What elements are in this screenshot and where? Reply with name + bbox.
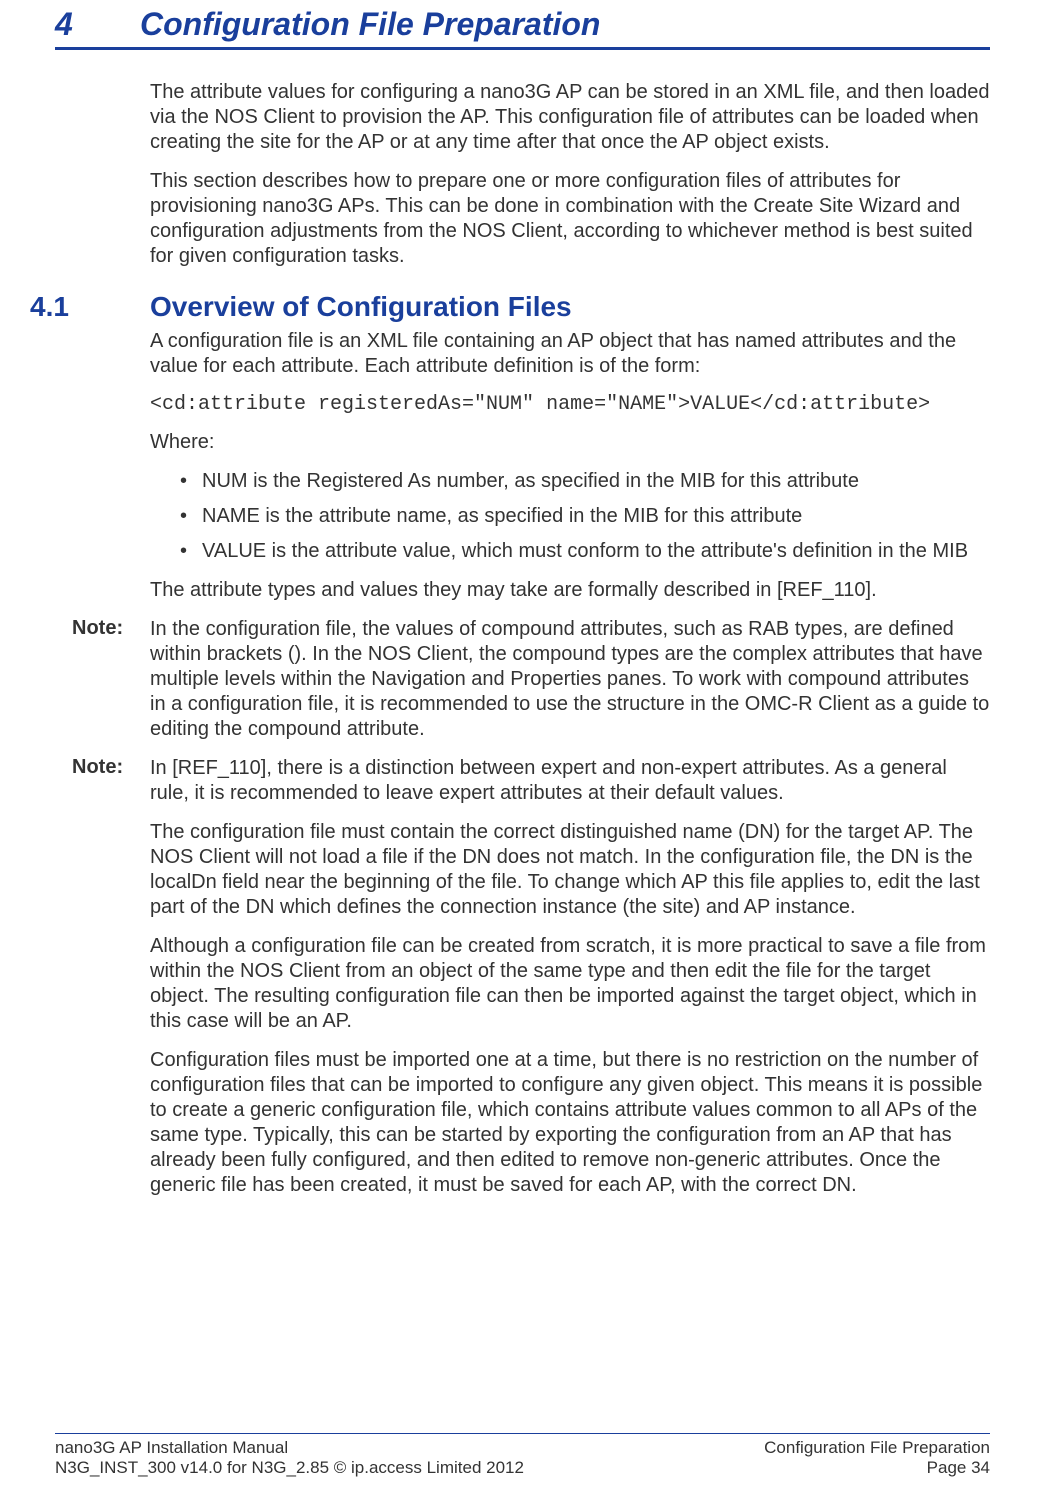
section-number: 4.1	[13, 291, 150, 323]
page-footer: nano3G AP Installation Manual N3G_INST_3…	[55, 1433, 990, 1478]
note-text: In [REF_110], there is a distinction bet…	[150, 756, 990, 806]
body-column: The attribute values for configuring a n…	[150, 80, 990, 1198]
section-paragraph-5: Configuration files must be imported one…	[150, 1048, 990, 1198]
section-heading-4-1: 4.1Overview of Configuration Files	[150, 291, 990, 323]
footer-manual-title: nano3G AP Installation Manual	[55, 1438, 524, 1458]
section-title: Overview of Configuration Files	[150, 291, 572, 322]
section-paragraph-3: The configuration file must contain the …	[150, 820, 990, 920]
footer-copyright: N3G_INST_300 v14.0 for N3G_2.85 © ip.acc…	[55, 1458, 524, 1478]
page: 4Configuration File Preparation The attr…	[0, 0, 1045, 1506]
chapter-title: Configuration File Preparation	[140, 6, 600, 42]
intro-paragraph-2: This section describes how to prepare on…	[150, 169, 990, 269]
where-label: Where:	[150, 430, 990, 455]
footer-section-title: Configuration File Preparation	[764, 1438, 990, 1458]
list-item: VALUE is the attribute value, which must…	[180, 539, 990, 564]
note-2: Note: In [REF_110], there is a distincti…	[150, 756, 990, 806]
section-paragraph-1: A configuration file is an XML file cont…	[150, 329, 990, 379]
note-label: Note:	[55, 617, 150, 640]
list-item: NAME is the attribute name, as specified…	[180, 504, 990, 529]
list-item: NUM is the Registered As number, as spec…	[180, 469, 990, 494]
chapter-number: 4	[55, 6, 140, 43]
code-sample: <cd:attribute registeredAs="NUM" name="N…	[150, 393, 990, 416]
note-text: In the configuration file, the values of…	[150, 617, 990, 742]
note-label: Note:	[55, 756, 150, 779]
section-paragraph-2: The attribute types and values they may …	[150, 578, 990, 603]
note-1: Note: In the configuration file, the val…	[150, 617, 990, 742]
footer-left: nano3G AP Installation Manual N3G_INST_3…	[55, 1438, 524, 1478]
footer-right: Configuration File Preparation Page 34	[764, 1438, 990, 1478]
footer-page-number: Page 34	[927, 1458, 990, 1478]
chapter-header: 4Configuration File Preparation	[55, 0, 990, 50]
section-paragraph-4: Although a configuration file can be cre…	[150, 934, 990, 1034]
intro-paragraph-1: The attribute values for configuring a n…	[150, 80, 990, 155]
bullet-list: NUM is the Registered As number, as spec…	[150, 469, 990, 564]
